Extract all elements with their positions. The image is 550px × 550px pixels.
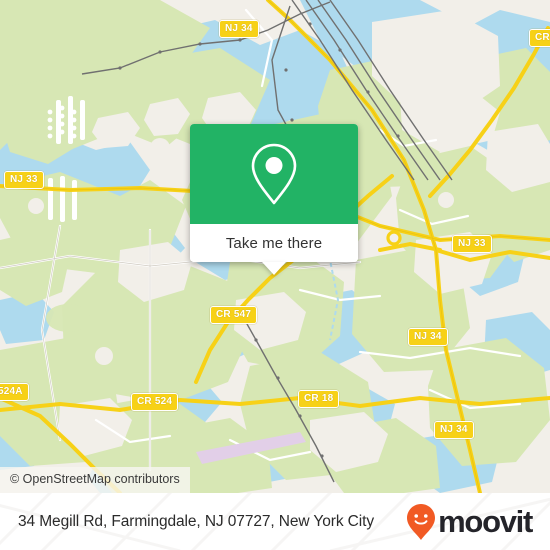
road-shield-cr-18: CR 18	[298, 390, 340, 408]
road-shield-nj-34-south: NJ 34	[434, 421, 474, 439]
footer-bar: 34 Megill Rd, Farmingdale, NJ 07727, New…	[0, 493, 550, 550]
footer-content: 34 Megill Rd, Farmingdale, NJ 07727, New…	[0, 493, 550, 550]
road-shield-nj-33-west: NJ 33	[4, 171, 44, 189]
road-shield-cr-524a: 524A	[0, 383, 29, 401]
road-shield-cr-edge: CR	[529, 29, 550, 47]
moovit-map-screenshot: NJ 34 CR NJ 33 NJ 33 CR 547 NJ 34 524A CR 524 CR…	[0, 0, 550, 550]
road-shield-nj-34-north: NJ 34	[219, 20, 259, 38]
moovit-logo[interactable]: moovit	[406, 503, 533, 541]
moovit-smiley-pin-icon	[407, 503, 436, 540]
road-shield-cr-524: CR 524	[131, 393, 179, 411]
road-shield-nj-34-mid: NJ 34	[408, 328, 448, 346]
popup-card-tail	[262, 262, 286, 275]
road-shield-nj-33-east: NJ 33	[452, 235, 492, 253]
popup-card-action[interactable]: Take me there	[190, 224, 358, 262]
osm-attribution[interactable]: © OpenStreetMap contributors	[0, 467, 190, 493]
take-me-there-label: Take me there	[225, 234, 323, 252]
location-popup-card[interactable]: Take me there	[190, 124, 358, 275]
location-pin-icon	[251, 143, 297, 205]
popup-card-header	[190, 124, 358, 224]
address-text: 34 Megill Rd, Farmingdale, NJ 07727, New…	[18, 512, 374, 530]
road-shield-cr-547: CR 547	[210, 306, 258, 324]
moovit-wordmark: moovit	[438, 504, 533, 539]
